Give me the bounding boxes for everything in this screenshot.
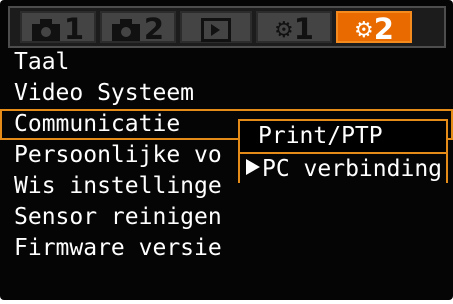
camera-menu-screen: 1 2 ⚙1 ⚙2 Taal Video Systeem Communicati… (0, 0, 453, 300)
submenu-option-label: PC verbinding (262, 156, 443, 182)
tab-setup-2[interactable]: ⚙2 (336, 11, 412, 46)
menu-item-sensor-reinigen[interactable]: Sensor reinigen (0, 202, 453, 233)
camera-icon (111, 19, 140, 41)
tab-setup-1-label: 1 (293, 12, 314, 46)
tab-playback[interactable] (180, 11, 252, 43)
tab-setup-1[interactable]: ⚙1 (256, 11, 332, 46)
tab-shooting-2[interactable]: 2 (100, 11, 176, 46)
submenu-option-pc-verbinding[interactable]: PC verbinding (240, 152, 446, 184)
wrench-icon: ⚙ (274, 18, 294, 43)
submenu-option-print-ptp[interactable]: Print/PTP (240, 121, 446, 151)
wrench-icon: ⚙ (354, 18, 374, 43)
tab-shooting-1-label: 1 (63, 12, 85, 46)
communication-submenu: Print/PTP PC verbinding (238, 119, 448, 184)
camera-icon (31, 19, 60, 41)
tab-shooting-1[interactable]: 1 (20, 11, 96, 46)
selection-arrow-icon (246, 159, 260, 175)
menu-item-taal[interactable]: Taal (0, 47, 453, 78)
menu-item-video-systeem[interactable]: Video Systeem (0, 78, 453, 109)
play-icon (201, 18, 231, 42)
tab-setup-2-label: 2 (373, 12, 394, 46)
menu-tab-bar: 1 2 ⚙1 ⚙2 (8, 6, 446, 48)
menu-item-firmware-versie[interactable]: Firmware versie (0, 233, 453, 264)
tab-shooting-2-label: 2 (143, 12, 165, 46)
